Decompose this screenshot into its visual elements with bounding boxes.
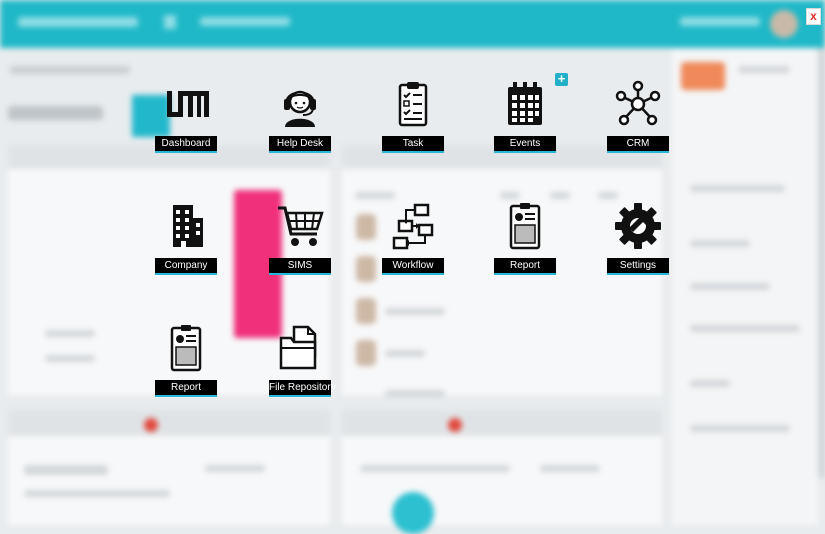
gear-wrench-icon [615,203,661,249]
close-button[interactable]: x [806,8,821,25]
app-events[interactable]: Events [494,80,556,153]
app-label: Settings [607,258,669,275]
app-report[interactable]: Report [494,202,556,275]
app-label: Workflow [382,258,444,275]
clipboard-checklist-icon [398,82,428,127]
app-report-2[interactable]: Report [155,324,217,397]
calendar-icon [508,82,542,125]
app-help-desk[interactable]: Help Desk [269,80,331,153]
workflow-icon [392,203,434,250]
app-label: SIMS [269,258,331,275]
headset-agent-icon [284,90,316,127]
app-settings[interactable]: Settings [607,202,669,275]
app-label: Company [155,258,217,275]
app-workflow[interactable]: Workflow [382,202,444,275]
app-label: CRM [607,136,669,153]
app-task[interactable]: Task [382,80,444,153]
app-dashboard[interactable]: Dashboard [155,80,217,153]
report-clipboard-icon [509,203,541,250]
app-file-repository[interactable]: File Repository [269,324,336,397]
dashboard-logo-icon [167,91,209,117]
app-label: Help Desk [269,136,331,153]
network-nodes-icon [615,80,661,126]
app-label: Report [494,258,556,275]
add-event-button[interactable]: + [555,72,568,86]
report-clipboard-icon [170,325,202,372]
building-icon [173,205,203,247]
app-label: File Repository [269,380,336,397]
app-crm[interactable]: CRM [607,80,669,153]
app-launcher: x + Dashboard Help Desk Task Events CRM … [0,0,825,525]
shopping-cart-icon [278,206,324,246]
folder-file-icon [279,325,317,370]
app-label: Report [155,380,217,397]
app-company[interactable]: Company [155,202,217,275]
app-sims[interactable]: SIMS [269,202,331,275]
app-label: Task [382,136,444,153]
app-label: Events [494,136,556,153]
app-label: Dashboard [155,136,217,153]
